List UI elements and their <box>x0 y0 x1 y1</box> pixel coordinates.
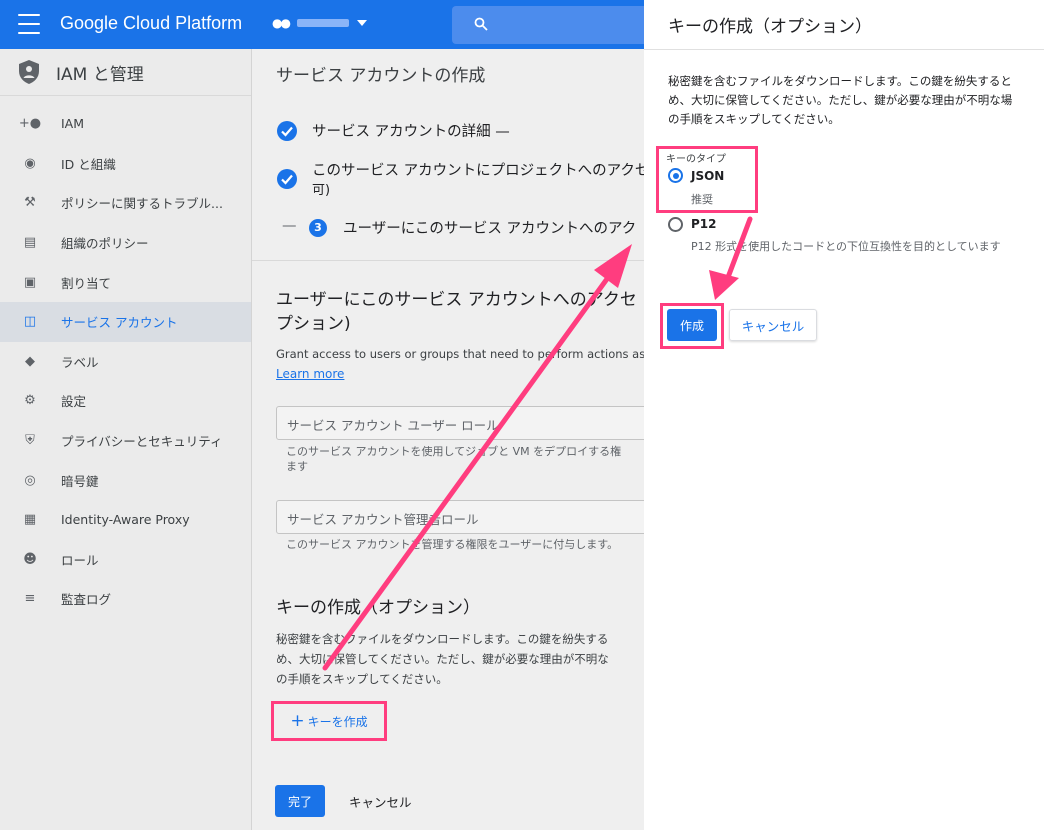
sidebar-item-label: 監査ログ <box>61 592 112 608</box>
admin-role-hint: このサービス アカウントを管理する権限をユーザーに付与します。 <box>286 538 619 551</box>
sidebar-item-crypto-keys[interactable]: ◎ 暗号鍵 <box>0 460 251 500</box>
search-icon <box>474 17 488 31</box>
sidebar-item-label: サービス アカウント <box>61 315 178 331</box>
sidebar: IAM と管理 +● IAM ◉ ID と組織 ⚒ ポリシーに関するトラブル... ▤… <box>0 49 252 830</box>
sidebar-item-roles[interactable]: ☻ ロール <box>0 540 251 580</box>
learn-more-link[interactable]: Learn more <box>276 367 344 381</box>
sidebar-item-iap[interactable]: ▦ Identity-Aware Proxy <box>0 500 251 540</box>
radio-json-sublabel: 推奨 <box>691 193 713 206</box>
project-icon: ●● <box>272 16 291 30</box>
sidebar-header: IAM と管理 <box>0 49 251 96</box>
sidebar-item-label: IAM <box>61 116 85 132</box>
sidebar-item-identity-org[interactable]: ◉ ID と組織 <box>0 144 251 184</box>
service-account-user-role-input[interactable]: サービス アカウント ユーザー ロール <box>276 406 644 440</box>
sidebar-item-label: Identity-Aware Proxy <box>61 512 190 528</box>
step-2-label[interactable]: このサービス アカウントにプロジェクトへのアクセ <box>312 159 644 180</box>
account-circle-icon: ◉ <box>24 155 36 171</box>
panel-cancel-button[interactable]: キャンセル <box>729 309 817 341</box>
step-complete-icon <box>277 169 297 189</box>
step-3-label[interactable]: ユーザーにこのサービス アカウントへのアク <box>343 217 636 238</box>
key-type-label: キーのタイプ <box>666 154 726 165</box>
sidebar-item-label: ラベル <box>61 354 99 370</box>
create-button[interactable]: 作成 <box>667 309 717 341</box>
quota-icon: ▣ <box>23 274 37 290</box>
key-description: 秘密鍵を含むファイルをダウンロードします。この鍵を紛失する <box>276 632 609 646</box>
done-button[interactable]: 完了 <box>275 785 325 817</box>
section-title: ユーザーにこのサービス アカウントへのアクセ <box>276 290 637 310</box>
menu-lines-icon: ≡ <box>24 591 36 607</box>
sidebar-item-privacy-security[interactable]: ⛨ プライバシーとセキュリティ <box>0 421 251 461</box>
sidebar-nav: +● IAM ◉ ID と組織 ⚒ ポリシーに関するトラブル... ▤ 組織のポリシー … <box>0 96 251 619</box>
chevron-down-icon <box>356 20 367 26</box>
menu-icon[interactable] <box>18 14 40 34</box>
sidebar-item-iam[interactable]: +● IAM <box>0 104 251 144</box>
sidebar-item-label: プライバシーとセキュリティ <box>61 434 223 450</box>
label-icon: ◆ <box>25 353 35 369</box>
sidebar-item-settings[interactable]: ⚙ 設定 <box>0 381 251 421</box>
step-1-label[interactable]: サービス アカウントの詳細 — <box>312 120 510 141</box>
sidebar-item-labels[interactable]: ◆ ラベル <box>0 342 251 382</box>
service-account-icon: ◫ <box>23 314 37 330</box>
user-role-hint: このサービス アカウントを使用してジョブと VM をデプロイする権 <box>286 445 622 458</box>
step-2-label-cont: 可) <box>312 183 331 198</box>
cancel-button[interactable]: キャンセル <box>349 792 412 811</box>
sidebar-item-label: ポリシーに関するトラブル... <box>61 196 223 212</box>
step-complete-icon <box>277 121 297 141</box>
radio-json[interactable] <box>668 168 683 183</box>
sidebar-item-label: ロール <box>61 552 99 568</box>
sidebar-item-label: 設定 <box>61 394 87 410</box>
gear-icon: ⚙ <box>24 393 36 409</box>
sidebar-item-label: 暗号鍵 <box>61 473 99 489</box>
sidebar-item-service-accounts[interactable]: ◫ サービス アカウント <box>0 301 251 342</box>
panel-description: 秘密鍵を含むファイルをダウンロードします。この鍵を紛失すると め、大切に保管して… <box>668 74 1013 126</box>
proxy-icon: ▦ <box>23 512 37 528</box>
sidebar-item-label: ID と組織 <box>61 156 116 172</box>
service-account-admin-role-input[interactable]: サービス アカウント管理者ロール <box>276 500 644 534</box>
main-content: サービス アカウントの作成 サービス アカウントの詳細 — このサービス アカウ… <box>252 49 644 830</box>
plus-icon: + <box>290 711 305 731</box>
key-description-cont: の手順をスキップしてください。 <box>276 672 448 686</box>
sidebar-item-label: 組織のポリシー <box>61 236 149 252</box>
user-role-hint-cont: ます <box>286 460 308 473</box>
divider <box>252 260 644 261</box>
project-name-redacted <box>296 19 349 27</box>
radio-p12-sublabel: P12 形式を使用したコードとの下位互換性を目的としています <box>691 240 1001 253</box>
sidebar-item-label: 割り当て <box>61 275 112 291</box>
step-3-dash: — <box>282 218 297 234</box>
roles-icon: ☻ <box>23 551 37 567</box>
sidebar-item-audit-logs[interactable]: ≡ 監査ログ <box>0 579 251 619</box>
iam-shield-icon <box>19 60 39 84</box>
radio-p12[interactable] <box>668 217 683 232</box>
section-title-cont: プション) <box>276 314 351 334</box>
step-3-number: 3 <box>309 219 327 237</box>
section-description: Grant access to users or groups that nee… <box>276 347 644 361</box>
list-alt-icon: ▤ <box>23 235 37 251</box>
sidebar-title: IAM と管理 <box>56 64 144 85</box>
shield-icon: ⛨ <box>25 433 35 449</box>
person-add-icon: +● <box>18 116 42 132</box>
divider <box>644 49 1044 50</box>
create-key-button[interactable]: + キーを作成 <box>271 701 387 741</box>
radio-json-label[interactable]: JSON <box>691 169 724 183</box>
search-input[interactable] <box>452 6 652 44</box>
radio-p12-label[interactable]: P12 <box>691 217 717 231</box>
panel-title: キーの作成（オプション） <box>668 17 872 37</box>
key-description-cont: め、大切に保管してください。ただし、鍵が必要な理由が不明な <box>276 652 609 666</box>
key-section-title: キーの作成（オプション） <box>276 598 480 618</box>
key-shield-icon: ◎ <box>24 472 36 488</box>
page-title: サービス アカウントの作成 <box>276 66 486 86</box>
sidebar-item-quotas[interactable]: ▣ 割り当て <box>0 262 251 302</box>
sidebar-item-policy-troubleshooter[interactable]: ⚒ ポリシーに関するトラブル... <box>0 183 251 223</box>
sidebar-item-org-policies[interactable]: ▤ 組織のポリシー <box>0 223 251 263</box>
app-title[interactable]: Google Cloud Platform <box>60 13 242 34</box>
wrench-icon: ⚒ <box>24 195 36 211</box>
project-selector[interactable]: ●● <box>272 16 367 30</box>
create-key-panel: キーの作成（オプション） 秘密鍵を含むファイルをダウンロードします。この鍵を紛失… <box>644 0 1044 830</box>
